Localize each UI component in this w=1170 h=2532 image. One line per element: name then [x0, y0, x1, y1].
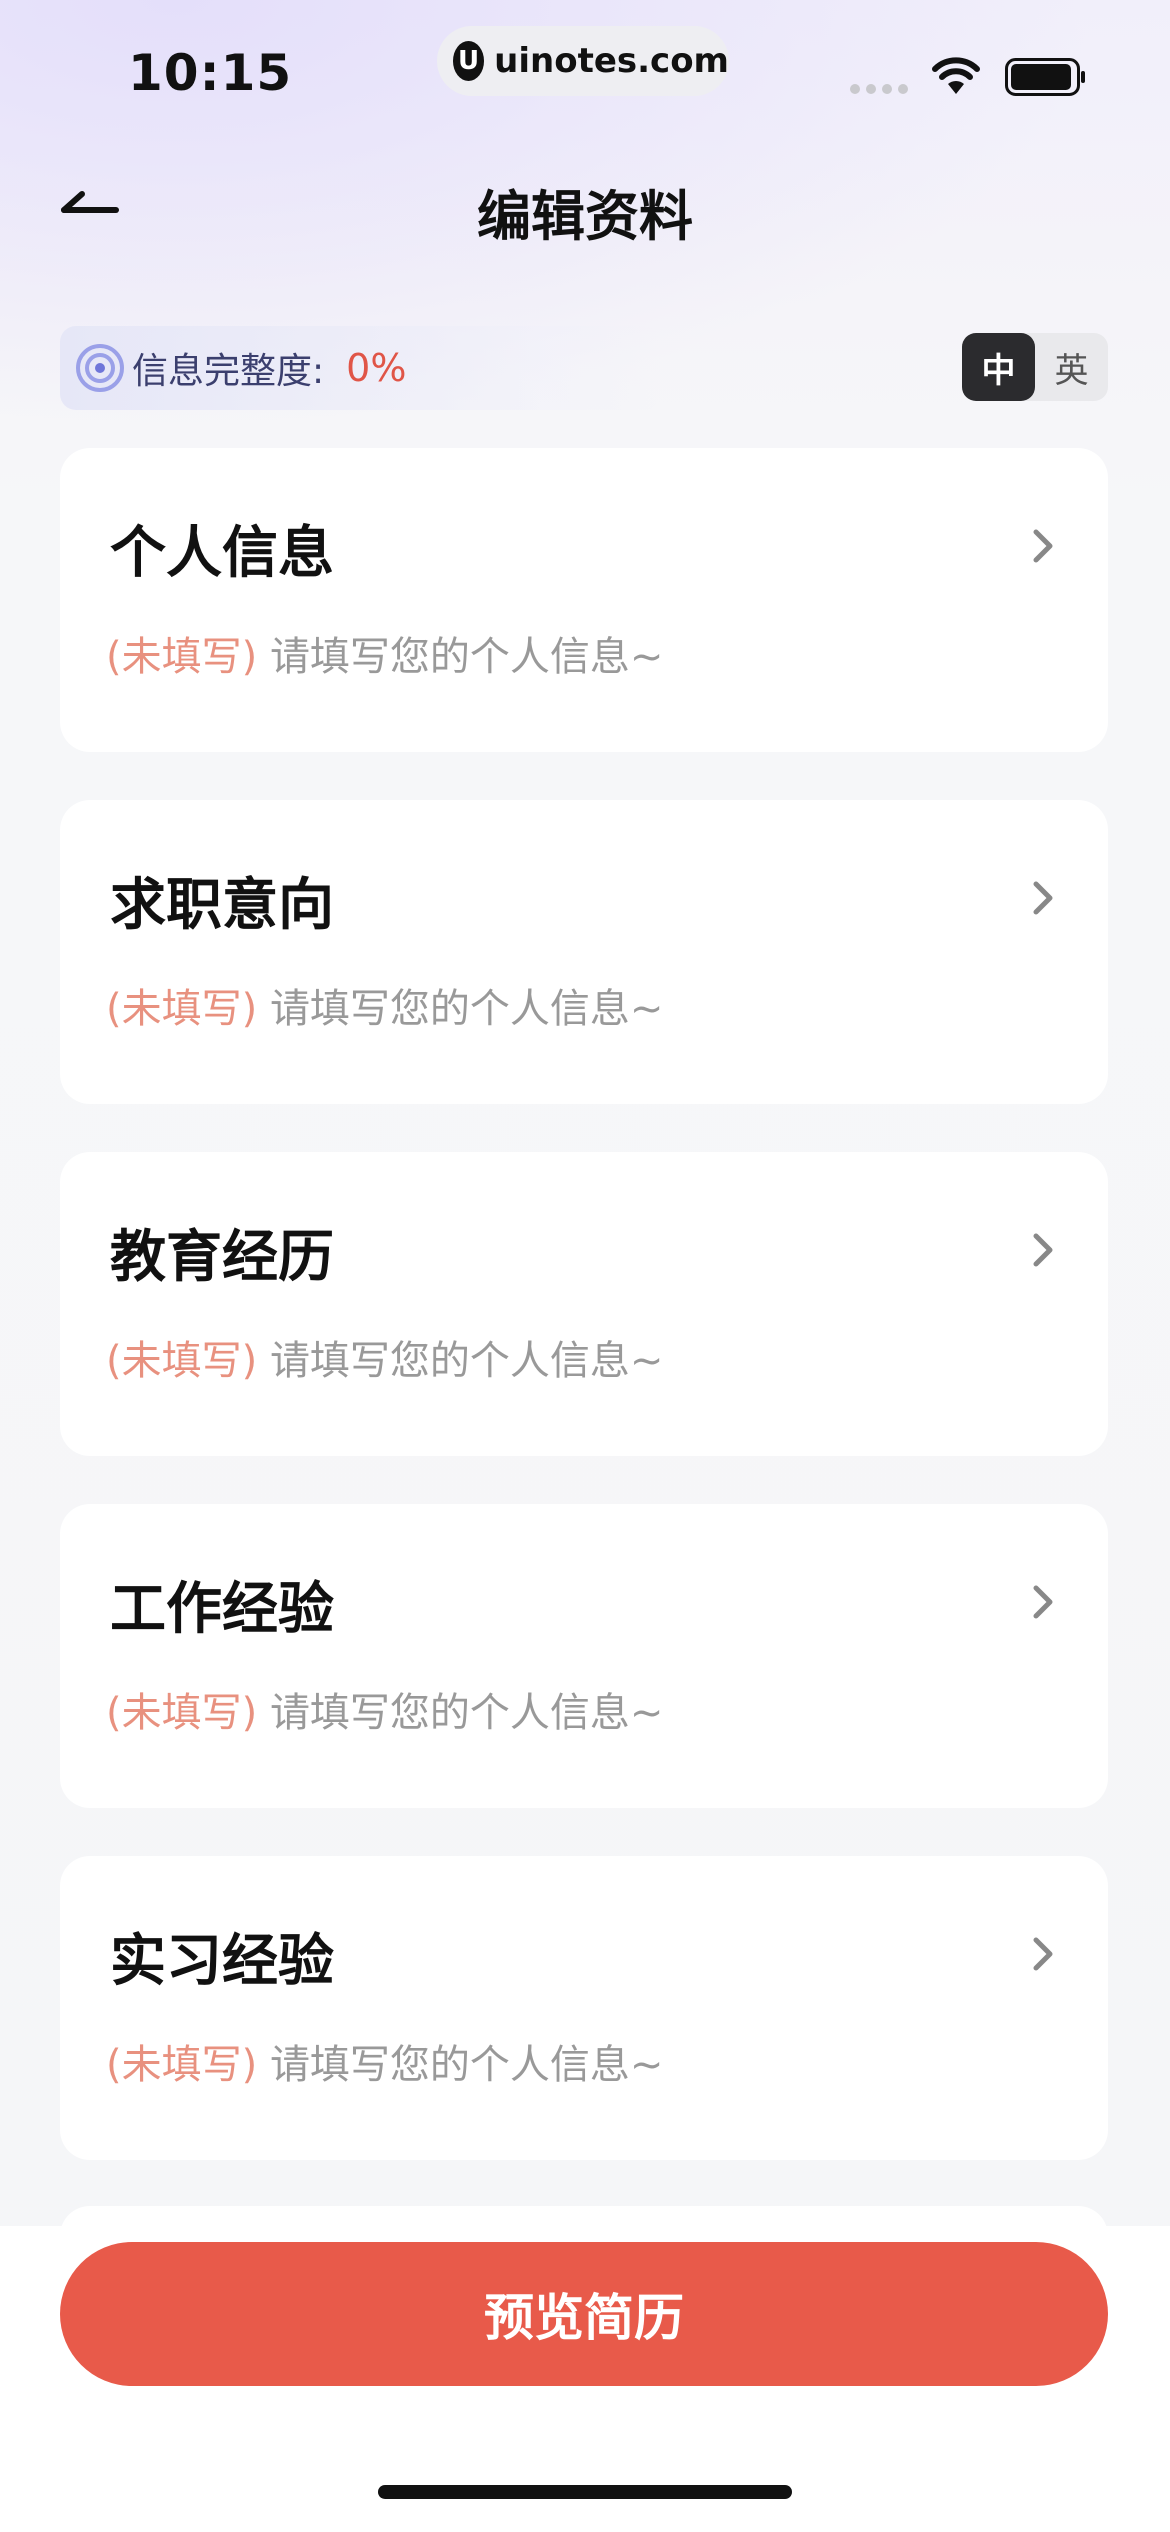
status-time: 10:15: [128, 44, 293, 102]
card-subtitle: (未填写) 请填写您的个人信息~: [106, 1328, 663, 1386]
card-title: 教育经历: [110, 1225, 334, 1290]
page-title: 编辑资料: [477, 185, 693, 248]
card-title: 实习经验: [110, 1929, 334, 1994]
battery-icon: [1005, 58, 1085, 96]
completeness-label: 信息完整度:: [132, 351, 325, 392]
card-subtitle: (未填写) 请填写您的个人信息~: [106, 976, 663, 1034]
card-work-experience[interactable]: 工作经验 (未填写) 请填写您的个人信息~: [60, 1504, 1108, 1808]
card-title: 工作经验: [110, 1577, 334, 1642]
target-icon: [76, 344, 124, 392]
card-hint: 请填写您的个人信息~: [269, 634, 664, 680]
unfilled-status: (未填写): [106, 986, 258, 1032]
preview-resume-button[interactable]: 预览简历: [60, 2242, 1108, 2386]
card-hint: 请填写您的个人信息~: [269, 1338, 664, 1384]
card-title: 求职意向: [110, 873, 334, 938]
card-title: 个人信息: [110, 521, 334, 586]
chevron-right-icon: [1033, 1233, 1053, 1267]
site-logo-icon: U: [453, 41, 485, 81]
unfilled-status: (未填写): [106, 2042, 258, 2088]
completeness-bar: 信息完整度: 0%: [60, 326, 660, 410]
card-education[interactable]: 教育经历 (未填写) 请填写您的个人信息~: [60, 1152, 1108, 1456]
unfilled-status: (未填写): [106, 634, 258, 680]
card-personal-info[interactable]: 个人信息 (未填写) 请填写您的个人信息~: [60, 448, 1108, 752]
chevron-right-icon: [1033, 881, 1053, 915]
card-subtitle: (未填写) 请填写您的个人信息~: [106, 2032, 663, 2090]
card-subtitle: (未填写) 请填写您的个人信息~: [106, 1680, 663, 1738]
url-pill[interactable]: U uinotes.com: [437, 26, 729, 96]
card-hint: 请填写您的个人信息~: [269, 1690, 664, 1736]
wifi-icon: [932, 57, 980, 94]
lang-option-english[interactable]: 英: [1035, 333, 1108, 401]
lang-option-chinese[interactable]: 中: [962, 333, 1035, 401]
card-internship[interactable]: 实习经验 (未填写) 请填写您的个人信息~: [60, 1856, 1108, 2160]
url-text: uinotes.com: [494, 41, 729, 81]
card-hint: 请填写您的个人信息~: [269, 2042, 664, 2088]
unfilled-status: (未填写): [106, 1338, 258, 1384]
card-hint: 请填写您的个人信息~: [269, 986, 664, 1032]
home-indicator[interactable]: [378, 2485, 792, 2499]
card-subtitle: (未填写) 请填写您的个人信息~: [106, 624, 663, 682]
cellular-signal-icon: [850, 84, 908, 94]
chevron-right-icon: [1033, 1585, 1053, 1619]
completeness-value: 0%: [346, 346, 407, 390]
status-bar: 10:15 U uinotes.com: [0, 0, 1170, 150]
unfilled-status: (未填写): [106, 1690, 258, 1736]
card-job-intention[interactable]: 求职意向 (未填写) 请填写您的个人信息~: [60, 800, 1108, 1104]
chevron-right-icon: [1033, 529, 1053, 563]
language-toggle[interactable]: 中 英: [962, 333, 1108, 401]
chevron-right-icon: [1033, 1937, 1053, 1971]
